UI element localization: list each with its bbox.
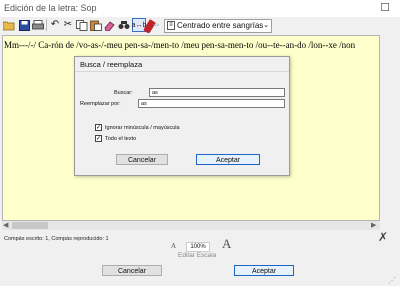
- find-icon[interactable]: [117, 18, 131, 32]
- dialog-accept-button[interactable]: Aceptar: [196, 154, 260, 165]
- find-replace-dialog: Busca / reemplaza Buscar: as Reemplazar …: [74, 56, 290, 176]
- close-button[interactable]: ☐: [378, 1, 392, 15]
- scale-decrease-icon[interactable]: A: [171, 242, 176, 250]
- cancel-button[interactable]: Cancelar: [102, 265, 162, 276]
- lyrics-text[interactable]: Mm---/-/ Ca-rón de /vo-as-/-meu pen-sa-/…: [4, 40, 355, 50]
- dialog-divider: [75, 71, 289, 72]
- replace-input[interactable]: as: [138, 99, 285, 108]
- alignment-value: Centrado entre sangrías: [177, 21, 264, 30]
- copy-icon[interactable]: [75, 18, 89, 32]
- resize-grip-icon[interactable]: ⋰: [388, 276, 396, 285]
- window-title: Edición de la letra: Sop: [4, 3, 97, 13]
- accept-button[interactable]: Aceptar: [234, 265, 294, 276]
- horizontal-scrollbar[interactable]: ◀ ▶: [2, 221, 380, 230]
- scale-label: Editar Escala: [178, 252, 217, 259]
- ignore-case-checkbox[interactable]: ✓: [95, 124, 102, 131]
- scissors-x-icon[interactable]: ✗: [378, 230, 388, 244]
- find-input[interactable]: as: [149, 88, 285, 97]
- ignore-case-label: Ignorar minúscula / mayúscula: [105, 125, 180, 131]
- open-folder-icon[interactable]: [2, 18, 16, 32]
- paste-icon[interactable]: [89, 18, 103, 32]
- scale-value[interactable]: 100%: [186, 242, 210, 252]
- syllable-hyphen-icon[interactable]: ⇔: [149, 18, 163, 32]
- alignment-select[interactable]: ≡ Centrado entre sangrías ⌄: [164, 19, 272, 33]
- status-text: Compás escrito: 1, Compás reproducido: 1: [4, 236, 109, 242]
- scroll-left-icon[interactable]: ◀: [3, 221, 8, 229]
- whole-text-checkbox[interactable]: ✓: [95, 135, 102, 142]
- scale-increase-icon[interactable]: A: [222, 236, 231, 252]
- dialog-title: Busca / reemplaza: [80, 60, 143, 69]
- cut-icon[interactable]: ✂: [61, 18, 75, 32]
- whole-text-label: Todo el texto: [105, 136, 137, 142]
- toolbar-separator: [46, 19, 47, 31]
- align-center-icon: ≡: [167, 21, 175, 30]
- chevron-down-icon: ⌄: [263, 22, 269, 29]
- save-icon[interactable]: [17, 18, 31, 32]
- eraser-icon[interactable]: [103, 18, 117, 32]
- undo-icon[interactable]: ↶: [48, 18, 62, 32]
- find-label: Buscar:: [114, 90, 133, 96]
- print-icon[interactable]: [31, 18, 45, 32]
- window-titlebar: Edición de la letra: Sop ☐: [0, 0, 400, 17]
- replace-label: Reemplazar por:: [80, 101, 121, 107]
- dialog-cancel-button[interactable]: Cancelar: [116, 154, 168, 165]
- scrollbar-thumb[interactable]: [12, 222, 48, 229]
- scroll-right-icon[interactable]: ▶: [371, 221, 376, 229]
